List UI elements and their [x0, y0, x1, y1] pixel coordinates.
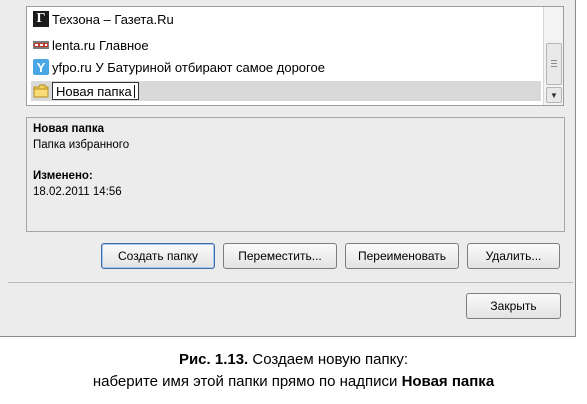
- caption-emphasis: Новая папка: [401, 373, 495, 390]
- gazeta-favicon-icon: Г: [33, 11, 49, 27]
- list-item[interactable]: Y yfpo.ru У Батуриной отбирают самое дор…: [33, 57, 325, 77]
- details-name: Новая папка: [33, 123, 104, 135]
- vertical-scrollbar[interactable]: ▼: [543, 7, 563, 105]
- delete-button[interactable]: Удалить...: [467, 243, 560, 269]
- folder-name-input[interactable]: Новая папка: [52, 82, 139, 100]
- text-caret: [133, 84, 135, 98]
- lenta-favicon-icon: [33, 37, 49, 53]
- list-item-label: yfpo.ru У Батуриной отбирают самое дорог…: [52, 59, 325, 75]
- organize-favorites-dialog: Г Техзона – Газета.Ru lenta.ru Главное Y…: [0, 0, 576, 337]
- grip-line: [551, 63, 557, 64]
- separator: [8, 282, 573, 283]
- favorites-list[interactable]: Г Техзона – Газета.Ru lenta.ru Главное Y…: [26, 6, 564, 106]
- caption-text: наберите имя этой папки прямо по надписи: [92, 373, 402, 390]
- rename-button[interactable]: Переименовать: [345, 243, 459, 269]
- scrollbar-thumb[interactable]: [546, 43, 562, 85]
- list-item[interactable]: Г Техзона – Газета.Ru: [33, 9, 174, 29]
- details-description: Папка избранного: [33, 139, 130, 151]
- details-modified-value: 18.02.2011 14:56: [33, 186, 122, 198]
- figure-caption-line2: наберите имя этой папки прямо по надписи…: [0, 373, 587, 390]
- move-button[interactable]: Переместить...: [223, 243, 337, 269]
- grip-line: [551, 60, 557, 61]
- folder-details-panel: Новая папка Папка избранного Изменено: 1…: [26, 117, 565, 232]
- list-item-label: Техзона – Газета.Ru: [52, 11, 174, 27]
- figure-caption-line1: Рис. 1.13. Создаем новую папку:: [0, 351, 587, 368]
- yandex-favicon-icon: Y: [33, 59, 49, 75]
- close-button[interactable]: Закрыть: [466, 293, 561, 319]
- scroll-down-button[interactable]: ▼: [546, 87, 562, 103]
- details-modified-label: Изменено:: [33, 170, 93, 182]
- chevron-down-icon: ▼: [550, 90, 558, 100]
- new-folder-item[interactable]: Новая папка: [33, 81, 139, 101]
- grip-line: [551, 66, 557, 67]
- caption-text: Создаем новую папку:: [248, 351, 409, 368]
- figure-number: Рис. 1.13.: [178, 351, 249, 368]
- folder-name-value: Новая папка: [56, 83, 132, 99]
- list-item-label: lenta.ru Главное: [52, 37, 149, 53]
- list-item[interactable]: lenta.ru Главное: [33, 35, 149, 55]
- create-folder-button[interactable]: Создать папку: [101, 243, 215, 269]
- folder-icon: [33, 83, 49, 99]
